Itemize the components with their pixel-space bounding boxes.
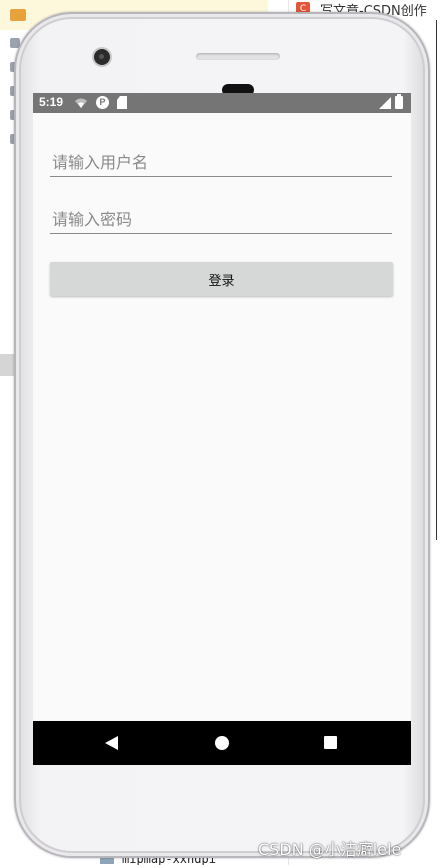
sd-card-icon (117, 96, 127, 109)
username-field[interactable] (50, 143, 392, 177)
wifi-icon (75, 98, 87, 108)
csdn-watermark: CSDN @小洁癖lele (258, 840, 402, 859)
back-icon[interactable] (103, 735, 119, 751)
login-button[interactable]: 登录 (50, 262, 393, 296)
folder-icon (10, 9, 26, 21)
status-bar: 5:19 P (33, 93, 411, 113)
password-field[interactable] (50, 200, 392, 234)
battery-icon (395, 94, 403, 109)
recents-icon[interactable] (324, 736, 337, 749)
screenshot-root: C 写文章-CSDN创作 mipmap-xxhdpi 5:19 P (0, 0, 444, 865)
username-input[interactable] (50, 143, 392, 176)
signal-icon (379, 97, 391, 109)
home-icon[interactable] (215, 736, 229, 750)
browser-panel-border (436, 20, 437, 540)
password-input[interactable] (50, 200, 392, 233)
phone-screen: 5:19 P 登录 (33, 93, 411, 765)
navigation-bar (33, 721, 411, 765)
earpiece-speaker (196, 53, 280, 60)
front-camera-icon (94, 49, 110, 65)
p-icon: P (96, 96, 109, 109)
ide-scroll-marker (0, 354, 14, 376)
status-time: 5:19 (39, 95, 64, 109)
